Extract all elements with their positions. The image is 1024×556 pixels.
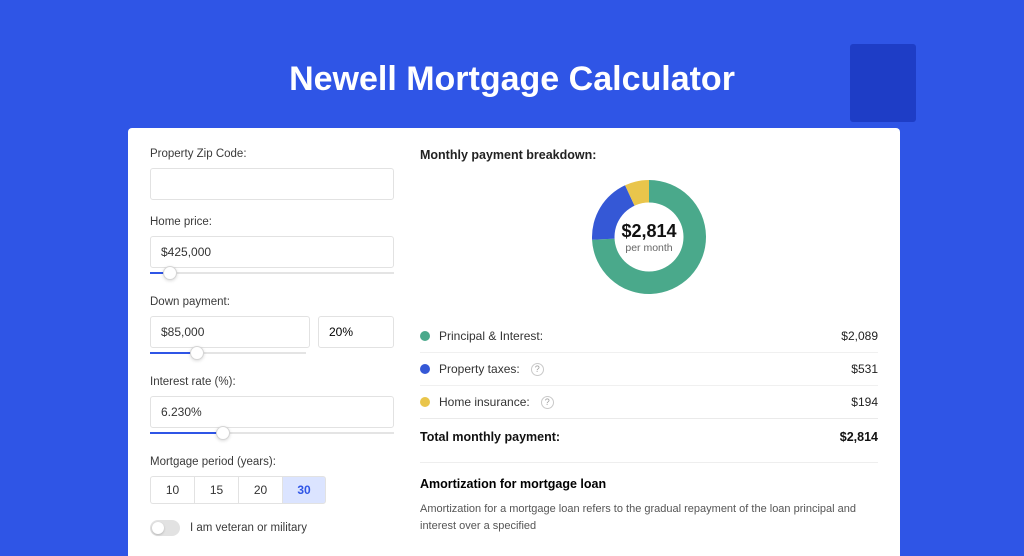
total-row: Total monthly payment: $2,814 xyxy=(420,419,878,462)
legend: Principal & Interest: $2,089 Property taxe… xyxy=(420,320,878,419)
interest-rate-slider[interactable] xyxy=(150,426,394,440)
period-option-15[interactable]: 15 xyxy=(194,476,238,504)
mortgage-period-group: Mortgage period (years): 10152030 xyxy=(150,456,394,504)
home-price-group: Home price: xyxy=(150,216,394,280)
donut-amount: $2,814 xyxy=(621,221,676,242)
mortgage-period-label: Mortgage period (years): xyxy=(150,456,394,468)
legend-label: Principal & Interest: xyxy=(439,329,543,343)
amortization-title: Amortization for mortgage loan xyxy=(420,477,878,491)
interest-rate-input[interactable] xyxy=(150,396,394,428)
interest-rate-group: Interest rate (%): xyxy=(150,376,394,440)
legend-value: $2,089 xyxy=(841,329,878,343)
donut-sublabel: per month xyxy=(625,242,672,254)
veteran-label: I am veteran or military xyxy=(190,522,307,534)
legend-dot-icon xyxy=(420,397,430,407)
down-payment-pct-input[interactable] xyxy=(318,316,394,348)
info-icon[interactable]: ? xyxy=(541,396,554,409)
mortgage-period-options: 10152030 xyxy=(150,476,394,504)
legend-label: Home insurance: xyxy=(439,395,530,409)
legend-dot-icon xyxy=(420,331,430,341)
zip-input[interactable] xyxy=(150,168,394,200)
amortization-text: Amortization for a mortgage loan refers … xyxy=(420,501,878,534)
breakdown-panel: Monthly payment breakdown: $2,814 per mo… xyxy=(394,148,878,536)
period-option-10[interactable]: 10 xyxy=(150,476,194,504)
info-icon[interactable]: ? xyxy=(531,363,544,376)
legend-value: $194 xyxy=(851,395,878,409)
legend-row: Property taxes:? $531 xyxy=(420,353,878,386)
interest-rate-label: Interest rate (%): xyxy=(150,376,394,388)
veteran-row: I am veteran or military xyxy=(150,520,394,536)
down-payment-group: Down payment: xyxy=(150,296,394,360)
calculator-card: Property Zip Code: Home price: Down paym… xyxy=(128,128,900,556)
home-price-slider[interactable] xyxy=(150,266,394,280)
zip-group: Property Zip Code: xyxy=(150,148,394,200)
home-price-input[interactable] xyxy=(150,236,394,268)
donut-chart: $2,814 per month xyxy=(586,174,712,300)
breakdown-title: Monthly payment breakdown: xyxy=(420,148,878,162)
legend-row: Home insurance:? $194 xyxy=(420,386,878,419)
form-panel: Property Zip Code: Home price: Down paym… xyxy=(150,148,394,536)
veteran-toggle[interactable] xyxy=(150,520,180,536)
down-payment-label: Down payment: xyxy=(150,296,394,308)
legend-dot-icon xyxy=(420,364,430,374)
period-option-30[interactable]: 30 xyxy=(282,476,326,504)
legend-row: Principal & Interest: $2,089 xyxy=(420,320,878,353)
zip-label: Property Zip Code: xyxy=(150,148,394,160)
down-payment-slider[interactable] xyxy=(150,346,306,360)
down-payment-input[interactable] xyxy=(150,316,310,348)
total-value: $2,814 xyxy=(840,430,878,444)
period-option-20[interactable]: 20 xyxy=(238,476,282,504)
total-label: Total monthly payment: xyxy=(420,430,560,444)
legend-label: Property taxes: xyxy=(439,362,520,376)
legend-value: $531 xyxy=(851,362,878,376)
home-price-label: Home price: xyxy=(150,216,394,228)
amortization-section: Amortization for mortgage loan Amortizat… xyxy=(420,462,878,534)
